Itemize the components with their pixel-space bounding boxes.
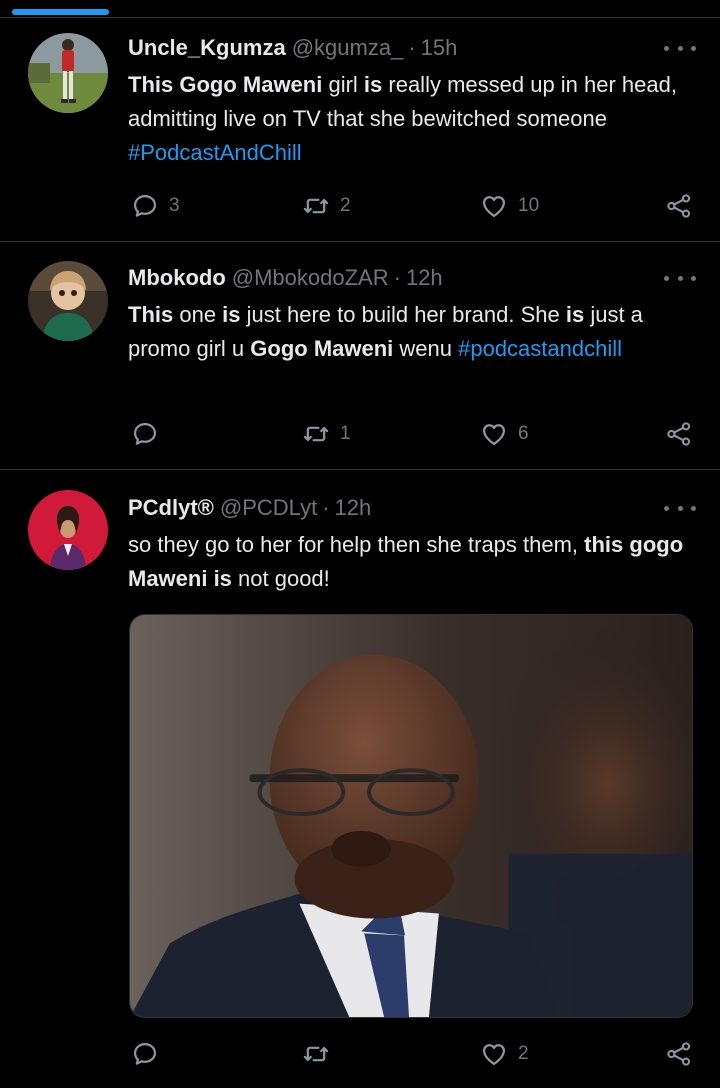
heart-icon <box>480 420 508 448</box>
text-segment: girl <box>322 72 364 97</box>
separator: · <box>408 35 416 60</box>
hashtag-link[interactable]: #podcastandchill <box>458 336 622 361</box>
like-button[interactable]: 10 <box>480 190 539 222</box>
tweet-header: PCdlyt® @PCDLyt · 12h <box>128 492 371 524</box>
retweet-count: 1 <box>340 423 351 444</box>
tweet-actions: 2 <box>0 1038 720 1070</box>
retweet-icon <box>302 420 330 448</box>
like-count: 6 <box>518 423 529 444</box>
text-segment: wenu <box>393 336 459 361</box>
like-button[interactable]: 6 <box>480 418 529 450</box>
share-button[interactable] <box>665 418 693 450</box>
timestamp[interactable]: 12h <box>335 495 372 521</box>
tweet-text: so they go to her for help then she trap… <box>128 528 698 596</box>
share-icon <box>665 420 693 448</box>
retweet-button[interactable]: 2 <box>302 190 351 222</box>
share-icon <box>665 192 693 220</box>
retweet-count: 2 <box>340 195 351 216</box>
reply-button[interactable] <box>131 418 169 450</box>
avatar[interactable] <box>28 490 108 570</box>
display-name[interactable]: Mbokodo <box>128 265 226 291</box>
reply-count: 3 <box>169 195 180 216</box>
share-button[interactable] <box>665 190 693 222</box>
tweet-divider <box>0 469 720 470</box>
more-icon[interactable] <box>664 268 696 288</box>
retweet-icon <box>302 1040 330 1068</box>
text-segment: so they go to her for help then she trap… <box>128 532 585 557</box>
highlighted-text: is <box>565 302 585 327</box>
timestamp[interactable]: 15h <box>421 35 458 61</box>
tweet-image[interactable] <box>129 614 693 1018</box>
share-button[interactable] <box>665 1038 693 1070</box>
display-name[interactable]: Uncle_Kgumza <box>128 35 286 61</box>
user-handle[interactable]: @MbokodoZAR <box>232 265 389 291</box>
highlighted-text: is <box>222 302 241 327</box>
separator: · <box>322 495 330 520</box>
highlighted-text: is <box>363 72 383 97</box>
text-segment: just here to build her brand. She <box>240 302 566 327</box>
retweet-button[interactable] <box>302 1038 340 1070</box>
heart-icon <box>480 1040 508 1068</box>
tab-indicator <box>12 9 109 15</box>
separator: · <box>393 265 401 290</box>
like-count: 10 <box>518 195 540 216</box>
tweet-header: Mbokodo @MbokodoZAR · 12h <box>128 262 443 294</box>
like-count: 2 <box>518 1043 529 1064</box>
text-segment: one <box>173 302 223 327</box>
tweet-divider <box>0 241 720 242</box>
highlighted-text: Gogo Maweni <box>250 336 394 361</box>
reply-icon <box>131 192 159 220</box>
top-divider <box>0 17 720 18</box>
user-handle[interactable]: @kgumza_ <box>292 35 404 61</box>
display-name[interactable]: PCdlyt® <box>128 495 214 521</box>
reply-icon <box>131 420 159 448</box>
text-segment: not good! <box>231 566 330 591</box>
avatar[interactable] <box>28 33 108 113</box>
tweet-header: Uncle_Kgumza @kgumza_ · 15h <box>128 32 457 64</box>
retweet-icon <box>302 192 330 220</box>
tweet-actions: 1 6 <box>0 418 720 450</box>
more-icon[interactable] <box>664 38 696 58</box>
reply-button[interactable] <box>131 1038 169 1070</box>
tweet-text: This one is just here to build her brand… <box>128 298 698 366</box>
highlighted-text: This <box>128 302 174 327</box>
heart-icon <box>480 192 508 220</box>
retweet-button[interactable]: 1 <box>302 418 351 450</box>
hashtag-link[interactable]: #PodcastAndChill <box>128 140 302 165</box>
reply-button[interactable]: 3 <box>131 190 180 222</box>
tweet-actions: 3 2 10 <box>0 190 720 222</box>
highlighted-text: This Gogo Maweni <box>128 72 323 97</box>
more-icon[interactable] <box>664 498 696 518</box>
avatar[interactable] <box>28 261 108 341</box>
like-button[interactable]: 2 <box>480 1038 529 1070</box>
share-icon <box>665 1040 693 1068</box>
timestamp[interactable]: 12h <box>406 265 443 291</box>
user-handle[interactable]: @PCDLyt <box>220 495 317 521</box>
reply-icon <box>131 1040 159 1068</box>
tweet-text: This Gogo Maweni girl is really messed u… <box>128 68 698 170</box>
